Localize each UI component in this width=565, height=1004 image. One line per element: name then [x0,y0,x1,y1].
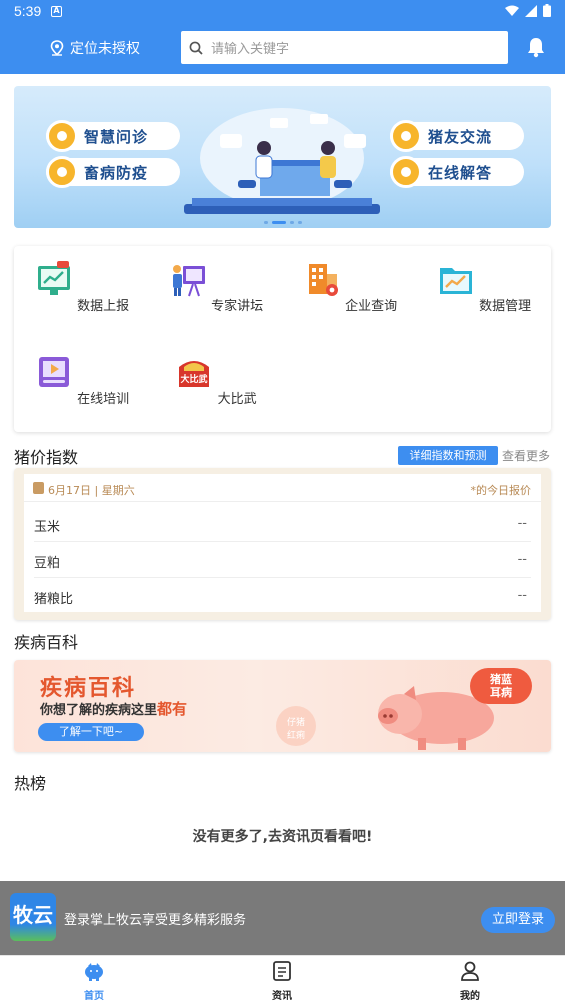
grid-item-competition[interactable]: 大比武 大比武 [161,353,271,407]
bottom-nav: 首页 资讯 我的 [0,955,565,1004]
hot-section-title: 热榜 [14,774,47,793]
svg-text:大比武: 大比武 [181,373,208,385]
disease-tag-bubble: 仔猪 红痢 [276,706,316,746]
company-query-icon [308,264,338,296]
status-time: 5:39 [14,3,42,19]
grid-label: 企业查询 [345,299,398,314]
nav-label: 我的 [460,991,480,1002]
function-grid: 数据上报 专家讲坛 企业查询 数据管理 在线培训 大比武 大比武 [14,246,551,432]
pig-price-card: 6月17日 | 星期六 *的今日报价 玉米 -- 豆粕 -- 猪粮比 -- [14,468,551,620]
signal-icon [525,4,537,17]
search-icon [189,41,203,55]
promo-banner[interactable]: 智慧问诊 畜病防疫 猪友交流 在线解答 [14,86,551,228]
search-placeholder: 请输入关键字 [211,42,290,57]
data-management-icon [439,268,472,294]
grid-item-online-training[interactable]: 在线培训 [27,353,137,407]
disease-banner[interactable]: 疾病百科 你想了解的疾病这里都有 了解一下吧~ 仔猪 红痢 猪蓝 耳病 [14,660,551,752]
notification-a-icon: A [51,6,62,17]
login-prompt-text: 登录掌上牧云享受更多精彩服务 [64,913,247,928]
profile-icon [461,961,479,981]
expert-lecture-icon [172,265,205,297]
login-button[interactable]: 立即登录 [481,907,555,933]
nav-label: 首页 [84,991,104,1002]
view-more-link[interactable]: 查看更多 [502,447,550,464]
location-pin-icon [50,40,64,56]
disease-section-title: 疾病百科 [14,633,79,652]
price-table: 6月17日 | 星期六 *的今日报价 玉米 -- 豆粕 -- 猪粮比 -- [24,474,541,612]
home-pig-icon [85,963,103,981]
location-label: 定位未授权 [70,41,140,57]
pig-price-title: 猪价指数 [14,448,79,467]
detail-index-button[interactable]: 详细指数和预测 [398,446,498,465]
empty-message: 没有更多了,去资讯页看看吧! [192,829,373,845]
price-note: *的今日报价 [470,484,532,497]
disease-ribbon: 猪蓝 耳病 [470,668,532,704]
row-name: 豆粕 [34,556,61,571]
grid-item-expert-lecture[interactable]: 专家讲坛 [161,260,271,314]
online-training-icon [38,357,69,387]
grid-item-data-report[interactable]: 数据上报 [27,260,137,314]
status-bar: 5:39 A [0,0,565,24]
data-report-icon [37,261,70,295]
row-value: -- [517,552,527,567]
banner-pill-exchange: 猪友交流 [390,120,524,152]
app-logo: 牧云 [10,893,56,941]
table-row[interactable]: 猪粮比 -- [34,578,531,614]
banner-pagination [264,221,302,224]
price-header: 6月17日 | 星期六 *的今日报价 [24,474,541,502]
search-input[interactable]: 请输入关键字 [181,31,508,64]
battery-icon [543,4,551,17]
grid-label: 在线培训 [77,392,130,407]
price-date: 6月17日 | 星期六 [48,484,135,497]
row-value: -- [517,516,527,531]
news-icon [273,961,291,981]
grid-label: 数据管理 [479,299,532,314]
nav-label: 资讯 [272,991,292,1002]
grid-label: 大比武 [217,392,257,407]
banner-pill-consult: 智慧问诊 [46,120,180,152]
login-prompt-bar: 牧云 登录掌上牧云享受更多精彩服务 立即登录 [0,881,565,955]
grid-item-company-query[interactable]: 企业查询 [295,260,405,314]
banner-pill-answer: 在线解答 [390,156,524,188]
grid-label: 数据上报 [77,299,130,314]
banner-pill-prevention: 畜病防疫 [46,156,180,188]
app-header: 5:39 A 定位未授权 请输入关键字 [0,0,565,74]
row-name: 玉米 [34,520,61,535]
disease-banner-subtitle: 你想了解的疾病这里都有 [40,700,188,718]
table-row[interactable]: 豆粕 -- [34,542,531,578]
learn-more-button[interactable]: 了解一下吧~ [38,723,144,741]
banner-illustration [184,108,380,214]
row-value: -- [517,588,527,603]
grid-label: 专家讲坛 [211,299,264,314]
grid-item-data-management[interactable]: 数据管理 [429,260,539,314]
nav-item-profile[interactable]: 我的 [430,960,510,1002]
calendar-icon [33,482,44,494]
system-icons [505,4,551,17]
location-button[interactable]: 定位未授权 [50,38,140,58]
competition-icon: 大比武 [179,361,210,387]
wifi-icon [505,5,519,16]
row-name: 猪粮比 [34,592,74,607]
nav-item-news[interactable]: 资讯 [242,960,322,1002]
nav-item-home[interactable]: 首页 [54,960,134,1002]
bell-icon[interactable] [526,36,546,58]
table-row[interactable]: 玉米 -- [34,506,531,542]
